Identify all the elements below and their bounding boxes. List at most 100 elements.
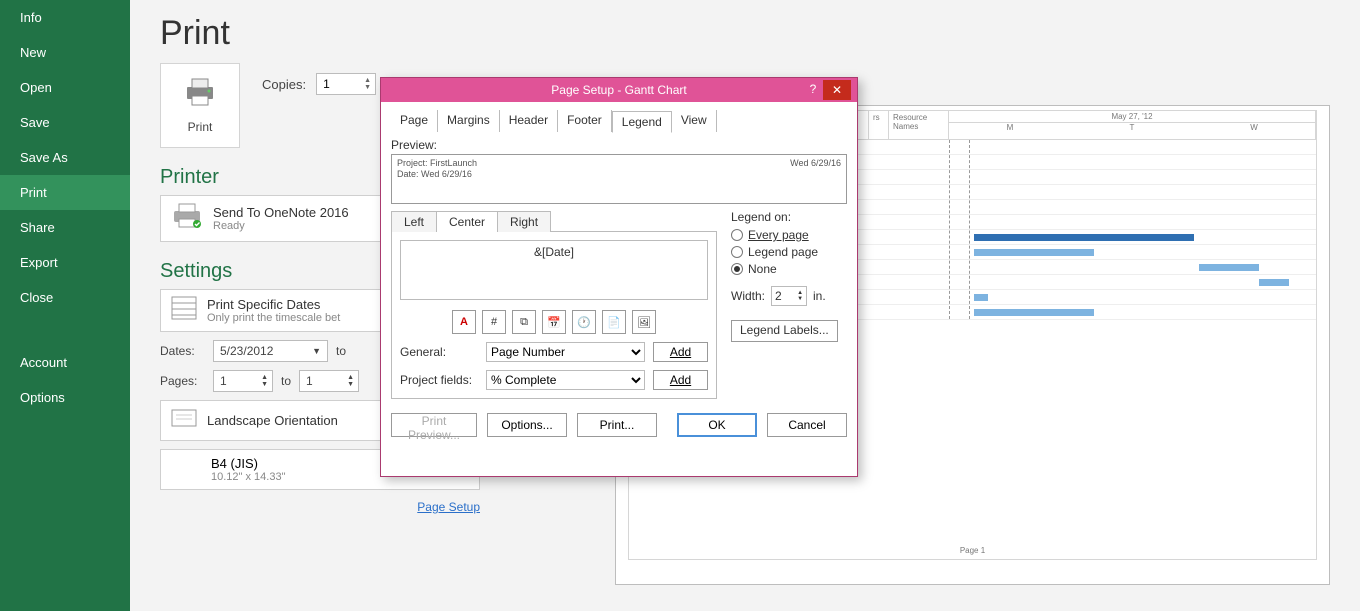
sidebar-item-account[interactable]: Account [0,345,130,380]
backstage-sidebar: Info New Open Save Save As Print Share E… [0,0,130,611]
preview-right-text: Wed 6/29/16 [790,158,841,169]
spinner-arrows-icon[interactable]: ▲▼ [364,77,371,91]
insert-date-icon[interactable]: 📅 [542,310,566,334]
print-range-sub: Only print the timescale bet [207,312,340,324]
help-icon[interactable]: ? [803,82,823,98]
radio-icon [731,229,743,241]
date-from-value: 5/23/2012 [220,344,273,358]
radio-legend-page[interactable]: Legend page [731,245,841,259]
page-to-spinner[interactable]: 1 ▲▼ [299,370,359,392]
radio-icon [731,263,743,275]
page-title: Print [160,14,1330,53]
insert-total-pages-icon[interactable]: ⧉ [512,310,536,334]
width-label: Width: [731,289,765,303]
preview-line1: Project: FirstLaunch [397,158,477,168]
page-setup-link[interactable]: Page Setup [417,500,480,514]
dates-icon [171,296,197,325]
radio-legend-label: Legend page [748,245,818,259]
general-label: General: [400,345,478,359]
printer-ready-icon [171,202,203,235]
preview-label: Preview: [391,138,847,152]
sidebar-item-close[interactable]: Close [0,280,130,315]
preview-page-number: Page 1 [629,546,1316,555]
radio-none[interactable]: None [731,262,841,276]
spinner-arrows-icon[interactable]: ▲▼ [261,374,268,388]
printer-icon [183,77,217,112]
pages-label: Pages: [160,374,205,388]
copies-spinner[interactable]: 1 ▲▼ [316,73,376,95]
dialog-title: Page Setup - Gantt Chart [551,83,686,97]
add-general-button[interactable]: Add [653,342,708,362]
orientation-icon [171,407,197,434]
print-range-title: Print Specific Dates [207,297,340,312]
preview-day-w: W [1193,123,1315,132]
radio-icon [731,246,743,258]
radio-every-page[interactable]: Every page [731,228,841,242]
add-project-button[interactable]: Add [653,370,708,390]
page-to-value: 1 [306,374,313,388]
sidebar-item-new[interactable]: New [0,35,130,70]
spinner-arrows-icon[interactable]: ▲▼ [797,290,803,302]
dates-to-label: to [336,344,346,358]
general-select[interactable]: Page Number [486,342,645,362]
print-preview-button: Print Preview... [391,413,477,437]
page-from-value: 1 [220,374,227,388]
tab-header[interactable]: Header [500,110,558,132]
width-value: 2 [775,289,782,303]
pages-to-label: to [281,374,291,388]
radio-none-label: None [748,262,777,276]
chevron-down-icon: ▼ [312,346,321,356]
cancel-button[interactable]: Cancel [767,413,847,437]
preview-col-rs: rs [869,111,889,139]
width-spinner[interactable]: 2 ▲▼ [771,286,807,306]
dialog-titlebar[interactable]: Page Setup - Gantt Chart ? ✕ [381,78,857,102]
tab-margins[interactable]: Margins [438,110,500,132]
preview-timescale: May 27, '12 [949,111,1315,123]
sidebar-item-print[interactable]: Print [0,175,130,210]
print-button[interactable]: Print [160,63,240,148]
format-font-icon[interactable]: A [452,310,476,334]
project-fields-label: Project fields: [400,373,478,387]
orientation-value: Landscape Orientation [207,413,338,428]
legend-on-label: Legend on: [731,210,841,224]
date-from-combo[interactable]: 5/23/2012 ▼ [213,340,328,362]
legend-text-input[interactable]: &[Date] [400,240,708,300]
align-tab-left[interactable]: Left [391,211,437,232]
preview-line2: Date: Wed 6/29/16 [397,169,472,179]
sidebar-item-options[interactable]: Options [0,380,130,415]
printer-status: Ready [213,220,349,232]
legend-labels-button[interactable]: Legend Labels... [731,320,838,342]
preview-col-resource: Resource Names [889,111,949,139]
legend-preview-box: Wed 6/29/16 Project: FirstLaunch Date: W… [391,154,847,204]
insert-filename-icon[interactable]: 📄 [602,310,626,334]
ok-button[interactable]: OK [677,413,757,437]
page-from-spinner[interactable]: 1 ▲▼ [213,370,273,392]
radio-every-label: Every page [748,228,809,242]
spinner-arrows-icon[interactable]: ▲▼ [347,374,354,388]
insert-time-icon[interactable]: 🕐 [572,310,596,334]
width-unit: in. [813,289,826,303]
sidebar-item-info[interactable]: Info [0,0,130,35]
align-tab-center[interactable]: Center [436,211,498,232]
tab-footer[interactable]: Footer [558,110,612,132]
alignment-tabs: Left Center Right [391,210,717,232]
tab-page[interactable]: Page [391,110,438,132]
tab-view[interactable]: View [672,110,717,132]
dialog-print-button[interactable]: Print... [577,413,657,437]
tab-legend[interactable]: Legend [612,111,672,133]
printer-name: Send To OneNote 2016 [213,205,349,220]
options-button[interactable]: Options... [487,413,567,437]
insert-page-number-icon[interactable]: # [482,310,506,334]
close-icon[interactable]: ✕ [823,80,851,100]
page-setup-dialog: Page Setup - Gantt Chart ? ✕ Page Margin… [380,77,858,477]
sidebar-item-save[interactable]: Save [0,105,130,140]
sidebar-item-share[interactable]: Share [0,210,130,245]
copies-label: Copies: [262,77,306,92]
sidebar-item-saveas[interactable]: Save As [0,140,130,175]
project-fields-select[interactable]: % Complete [486,370,645,390]
print-button-label: Print [188,120,213,134]
sidebar-item-open[interactable]: Open [0,70,130,105]
insert-picture-icon[interactable]: 🖼 [632,310,656,334]
align-tab-right[interactable]: Right [497,211,551,232]
sidebar-item-export[interactable]: Export [0,245,130,280]
